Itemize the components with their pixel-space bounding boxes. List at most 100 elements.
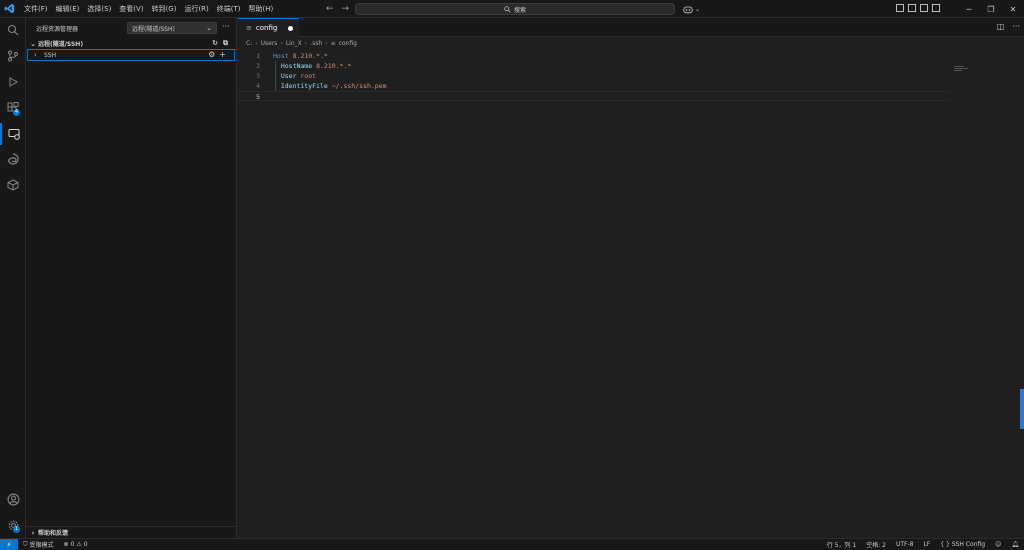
- code-value: 8.210.*.*: [316, 62, 352, 70]
- vscode-logo-icon: [0, 0, 18, 18]
- status-bar: ⚡ ⛉ 受限模式 ⊗ 0 ⚠ 0 行 5，列 1 空格: 2 UTF-8 LF …: [0, 538, 1024, 550]
- more-actions-icon[interactable]: ···: [222, 22, 230, 31]
- indentation[interactable]: 空格: 2: [861, 540, 891, 549]
- chevron-down-icon: ⌄: [206, 24, 212, 32]
- breadcrumb-ssh-folder[interactable]: .ssh: [310, 40, 322, 47]
- command-center-search[interactable]: 搜索: [355, 3, 675, 15]
- minimap[interactable]: [954, 66, 970, 72]
- add-new-remote-icon[interactable]: +: [219, 50, 226, 59]
- menu-go[interactable]: 转到(G): [148, 0, 181, 18]
- tab-config[interactable]: ≡ config: [238, 18, 299, 37]
- customize-layout-icon[interactable]: [932, 4, 940, 12]
- status-right: 行 5，列 1 空格: 2 UTF-8 LF { } SSH Config ☺ …: [822, 539, 1024, 550]
- copilot-menu[interactable]: ⌄: [683, 3, 700, 15]
- language-mode-label: SSH Config: [951, 541, 986, 548]
- breadcrumb: C: › Users › Lin_X › .ssh › ≡ config: [238, 37, 1024, 49]
- menu-edit[interactable]: 编辑(E): [52, 0, 84, 18]
- menu-help[interactable]: 帮助(H): [245, 0, 278, 18]
- settings-file-icon: ≡: [330, 39, 336, 47]
- help-feedback-title: 帮助和反馈: [38, 530, 69, 537]
- line-number: 4: [256, 82, 260, 90]
- forward-arrow-icon[interactable]: →: [342, 4, 350, 14]
- refresh-icon[interactable]: ↻: [212, 39, 218, 48]
- notifications-bell-icon[interactable]: 🔔︎: [1006, 541, 1024, 548]
- breadcrumb-users[interactable]: Users: [261, 40, 278, 47]
- scrollbar-highlight[interactable]: [1020, 389, 1024, 429]
- remote-indicator-icon[interactable]: ⚡: [0, 538, 18, 550]
- editor-area: ≡ config ◫ ··· C: › Users › Lin_X › .ssh…: [238, 18, 1024, 538]
- sidebar-title: 远程资源管理器: [36, 25, 79, 33]
- explorer-icon[interactable]: [0, 19, 26, 41]
- warning-count: 0: [83, 541, 88, 548]
- code-line: 1 Host 8.210.*.*: [238, 51, 1024, 61]
- source-control-icon[interactable]: [0, 45, 26, 67]
- code-text: Host 8.210.*.*: [273, 51, 328, 61]
- collapse-all-icon[interactable]: ⧉: [223, 39, 228, 48]
- code-value: ~/.ssh/ssh.pem: [331, 82, 387, 90]
- menu-view[interactable]: 查看(V): [115, 0, 147, 18]
- cursor-position[interactable]: 行 5，列 1: [822, 540, 861, 549]
- unsaved-dot-icon[interactable]: [288, 26, 293, 31]
- toggle-secondary-sidebar-icon[interactable]: [920, 4, 928, 12]
- minimize-icon[interactable]: ─: [958, 0, 980, 18]
- help-feedback-section[interactable]: › 帮助和反馈: [26, 526, 236, 538]
- code-line-current: 5: [238, 91, 950, 101]
- restricted-mode-label: 受限模式: [29, 542, 54, 549]
- menu-selection[interactable]: 选择(S): [83, 0, 115, 18]
- breadcrumb-user[interactable]: Lin_X: [286, 40, 302, 47]
- toggle-panel-icon[interactable]: [908, 4, 916, 12]
- configure-gear-icon[interactable]: ⚙: [208, 50, 215, 59]
- breadcrumb-drive[interactable]: C:: [246, 40, 252, 47]
- menu-terminal[interactable]: 终端(T): [213, 0, 245, 18]
- code-keyword: IdentityFile: [280, 82, 328, 90]
- activity-bar: 4 1: [0, 18, 26, 538]
- chevron-right-icon: ›: [255, 39, 258, 47]
- toggle-primary-sidebar-icon[interactable]: [896, 4, 904, 12]
- account-icon[interactable]: [0, 488, 26, 510]
- braces-icon: { }: [940, 541, 950, 548]
- code-value: root: [300, 72, 317, 80]
- tree-row-actions: ⚙ +: [208, 50, 226, 59]
- remote-explorer-icon[interactable]: [0, 123, 26, 145]
- copilot-status-icon[interactable]: ☺: [990, 541, 1006, 548]
- menu-run[interactable]: 运行(R): [180, 0, 212, 18]
- extensions-icon[interactable]: 4: [0, 97, 26, 119]
- menu-file[interactable]: 文件(F): [20, 0, 52, 18]
- error-count: 0: [70, 541, 75, 548]
- remote-type-select[interactable]: 远程(隧道/SSH) ⌄: [127, 22, 217, 34]
- tree-item-ssh[interactable]: › SSH ⚙ +: [27, 49, 235, 61]
- line-number: 1: [256, 52, 260, 60]
- chevron-right-icon: ›: [304, 39, 308, 47]
- settings-gear-icon[interactable]: 1: [0, 514, 26, 536]
- code-keyword: User: [280, 72, 297, 80]
- package-icon[interactable]: [0, 174, 26, 196]
- problems-indicator[interactable]: ⊗ 0 ⚠ 0: [59, 541, 93, 548]
- chevron-right-icon: ›: [280, 39, 283, 47]
- back-arrow-icon[interactable]: ←: [326, 4, 334, 14]
- code-text: HostName 8.210.*.*: [273, 61, 351, 71]
- code-editor[interactable]: 1 Host 8.210.*.* 2 HostName 8.210.*.* 3 …: [238, 51, 1024, 101]
- close-icon[interactable]: ✕: [1002, 0, 1024, 18]
- encoding[interactable]: UTF-8: [891, 541, 919, 548]
- code-keyword: HostName: [280, 62, 313, 70]
- error-icon: ⊗: [63, 541, 69, 548]
- restricted-mode[interactable]: ⛉ 受限模式: [18, 540, 59, 550]
- run-debug-icon[interactable]: [0, 71, 26, 93]
- restore-icon[interactable]: ❐: [980, 0, 1002, 18]
- search-placeholder: 搜索: [513, 6, 526, 14]
- more-actions-icon[interactable]: ···: [1012, 22, 1020, 31]
- editor-tabs: ≡ config ◫ ···: [238, 18, 1024, 37]
- settings-badge: 1: [13, 526, 20, 533]
- tab-config-label: config: [255, 24, 278, 32]
- remote-section-header[interactable]: ⌄ 远程(隧道/SSH) ↻ ⧉: [26, 38, 236, 49]
- end-of-line[interactable]: LF: [918, 541, 935, 548]
- split-editor-icon[interactable]: ◫: [997, 22, 1005, 31]
- line-number: 3: [256, 72, 260, 80]
- warning-icon: ⚠: [76, 541, 82, 548]
- language-mode[interactable]: { } SSH Config: [935, 541, 990, 548]
- breadcrumb-file[interactable]: config: [339, 40, 357, 47]
- title-bar: 文件(F) 编辑(E) 选择(S) 查看(V) 转到(G) 运行(R) 终端(T…: [0, 0, 1024, 18]
- edge-devtools-icon[interactable]: [0, 148, 26, 170]
- chevron-right-icon: ›: [325, 39, 328, 47]
- remote-explorer-sidebar: 远程资源管理器 远程(隧道/SSH) ⌄ ··· ⌄ 远程(隧道/SSH) ↻ …: [26, 18, 237, 538]
